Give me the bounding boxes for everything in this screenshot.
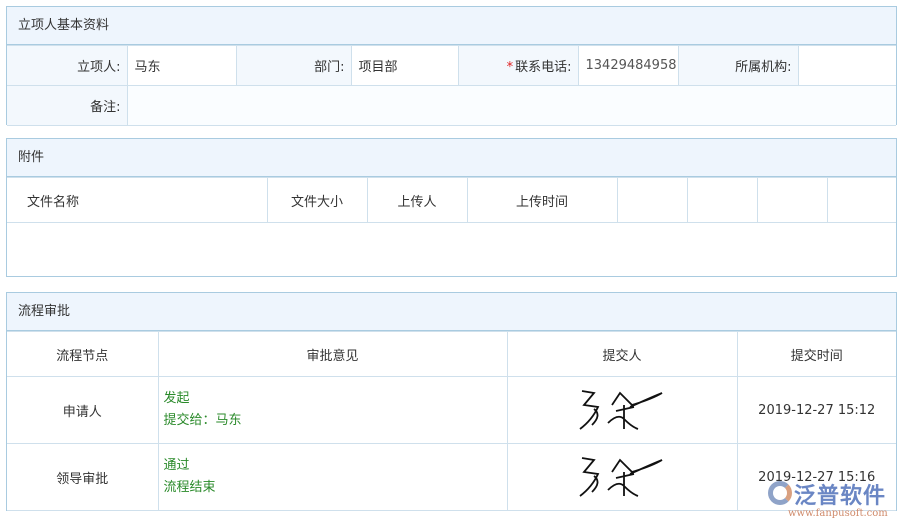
signature-image (579, 390, 663, 430)
col-node: 流程节点 (7, 331, 159, 377)
org-value (797, 45, 896, 86)
org-label: 所属机构: (677, 45, 799, 86)
required-marker: * (506, 60, 514, 75)
signature-cell (506, 376, 738, 444)
brand-logo-icon (768, 481, 792, 505)
watermark-brand: 泛普软件 (794, 484, 887, 509)
phone-label: * 联系电话: (457, 45, 579, 86)
table-row: 申请人 发起提交给：马东 2019-12-27 15:12 (7, 376, 896, 444)
phone-label-text: 联系电话: (515, 60, 572, 75)
dept-label: 部门: (235, 45, 352, 86)
col-empty (826, 177, 896, 223)
col-empty (686, 177, 758, 223)
remark-label: 备注: (7, 85, 128, 126)
watermark-url: www.fanpusoft.com (788, 508, 888, 519)
opinion-cell: 发起提交给：马东 (157, 376, 508, 444)
table-row: 领导审批 通过 流程结束 2019-12-27 15:16 (7, 443, 896, 511)
opinion-line: 发起 (163, 391, 190, 406)
time-cell: 2019-12-27 15:12 (736, 376, 896, 444)
opinion-line: 通过 (163, 458, 190, 473)
col-file-name: 文件名称 (7, 177, 268, 223)
section-title: 立项人基本资料 (7, 7, 896, 45)
opinion-line: 提交给：马东 (163, 413, 242, 428)
col-upload-time: 上传时间 (466, 177, 618, 223)
watermark: 泛普软件 www.fanpusoft.com (768, 478, 888, 519)
signature-cell (506, 443, 738, 511)
col-submit-time: 提交时间 (736, 331, 896, 377)
node-cell: 申请人 (7, 376, 159, 444)
dept-value: 项目部 (350, 45, 459, 86)
col-empty (616, 177, 688, 223)
attachments-section: 附件 文件名称 文件大小 上传人 上传时间 (6, 138, 897, 277)
section-title: 流程审批 (7, 293, 896, 331)
col-file-size: 文件大小 (266, 177, 368, 223)
col-uploader: 上传人 (366, 177, 468, 223)
col-opinion: 审批意见 (157, 331, 508, 377)
applicant-label: 立项人: (7, 45, 128, 86)
opinion-line: 流程结束 (163, 480, 216, 495)
applicant-value: 马东 (126, 45, 237, 86)
opinion-cell: 通过 流程结束 (157, 443, 508, 511)
approval-section: 流程审批 流程节点 审批意见 提交人 提交时间 申请人 发起提交给：马东 201… (6, 292, 897, 511)
signature-image (579, 457, 663, 497)
col-submitter: 提交人 (506, 331, 738, 377)
section-title: 附件 (7, 139, 896, 177)
remark-value (126, 85, 896, 126)
col-empty (756, 177, 828, 223)
node-cell: 领导审批 (7, 443, 159, 511)
basic-info-section: 立项人基本资料 立项人: 马东 部门: 项目部 * 联系电话: 134294849… (6, 6, 897, 126)
phone-value: 13429484958 (577, 45, 679, 86)
